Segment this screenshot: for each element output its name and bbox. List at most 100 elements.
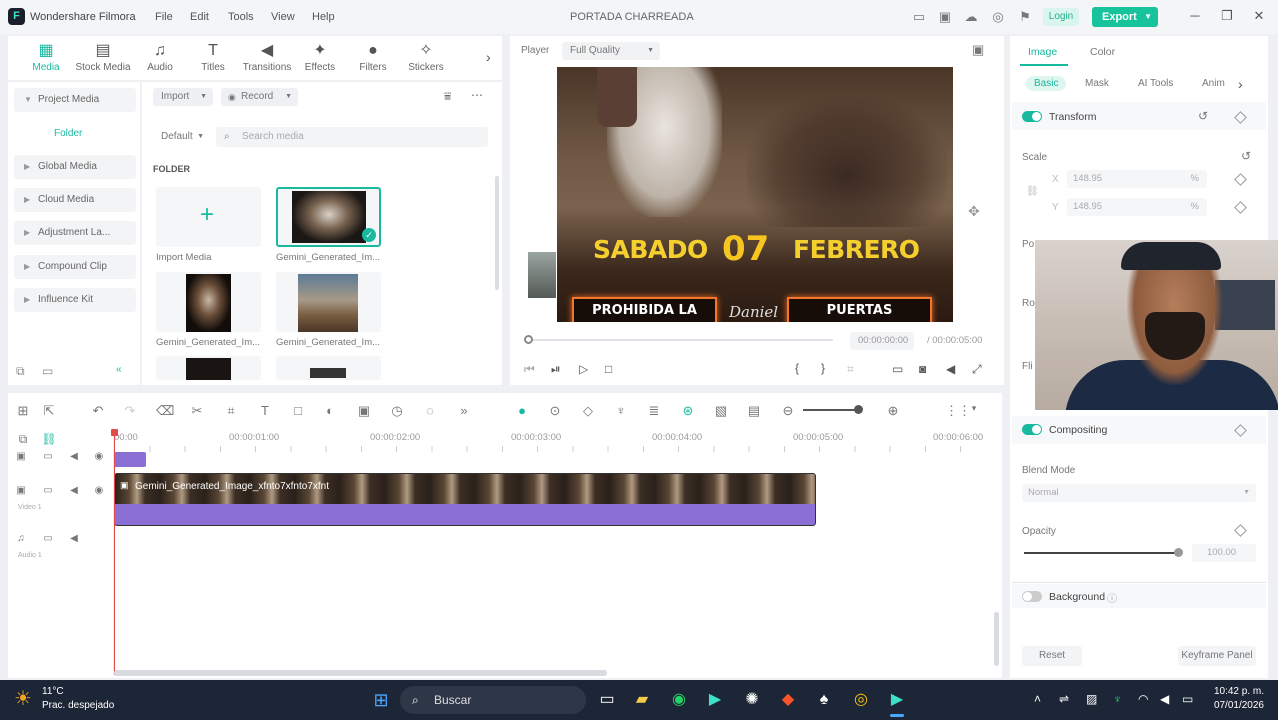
resize-icon[interactable]: □ — [290, 403, 306, 418]
monitor-icon[interactable]: ▭ — [911, 9, 927, 25]
task-view-icon[interactable]: ▭ — [594, 688, 620, 712]
add-track-icon[interactable]: ⧉ — [15, 432, 31, 447]
redo-icon[interactable]: ↷ — [122, 403, 138, 419]
menu-help[interactable]: Help — [312, 11, 335, 23]
color-icon[interactable]: ◐ — [322, 403, 338, 418]
folder-icon[interactable]: ▭ — [40, 485, 56, 496]
list-icon[interactable]: ≣ — [646, 403, 662, 419]
new-folder-icon[interactable]: ⧉ — [16, 364, 25, 379]
marker-icon[interactable]: ⌗ — [847, 362, 854, 377]
media-thumb-selected[interactable]: ✓ — [276, 187, 381, 247]
progress-track[interactable] — [528, 339, 833, 341]
taskbar-clock[interactable]: 10:42 p. m. 07/01/2026 — [1208, 686, 1264, 711]
tray-chevron-icon[interactable]: ˄ — [1034, 692, 1041, 706]
eye-icon[interactable]: ◉ — [91, 485, 107, 496]
timeline-scrollbar[interactable] — [114, 670, 607, 676]
blend-mode-dropdown[interactable]: Normal ▼ — [1022, 484, 1256, 502]
link-icon[interactable]: ⛓ — [1026, 186, 1039, 197]
speaker-icon[interactable]: ◀ — [1160, 692, 1169, 706]
nav-cloud-media[interactable]: ▶ Cloud Media — [14, 188, 136, 212]
cut-icon[interactable]: ✂ — [189, 403, 205, 419]
nav-adjustment-layer[interactable]: ▶ Adjustment La... — [14, 221, 136, 245]
minimize-icon[interactable]: ─ — [1186, 8, 1204, 23]
export-button[interactable]: Export ▼ — [1092, 7, 1158, 27]
chevron-down-icon[interactable]: ▾ — [966, 403, 982, 414]
menu-file[interactable]: File — [155, 11, 173, 23]
video-clip[interactable]: ▣ Gemini_Generated_Image_xfnto7xfnto7xfn… — [114, 473, 816, 526]
media-thumb[interactable] — [156, 272, 261, 332]
brave-icon[interactable]: ◆ — [775, 688, 801, 712]
nav-global-media[interactable]: ▶ Global Media — [14, 155, 136, 179]
filmora-taskbar-icon[interactable]: ▶ — [702, 688, 728, 712]
windows-start-icon[interactable]: ⊞ — [368, 688, 394, 712]
chevron-right-icon[interactable]: › — [486, 49, 491, 65]
scale-reset-icon[interactable]: ↺ — [1241, 149, 1251, 163]
tool-filters[interactable]: ● Filters — [343, 40, 403, 73]
prev-frame-icon[interactable]: ⏮ — [524, 362, 535, 377]
mute-icon[interactable]: ◀ — [66, 451, 82, 462]
tool-stock-media[interactable]: ▤ Stock Media — [73, 40, 133, 73]
menu-view[interactable]: View — [271, 11, 295, 23]
volume-icon[interactable]: ◀ — [946, 362, 955, 376]
crop-icon[interactable]: ⌗ — [223, 403, 239, 419]
gift-icon[interactable]: ⚑ — [1017, 9, 1033, 25]
mute-icon[interactable]: ◀ — [66, 485, 82, 496]
menu-tools[interactable]: Tools — [228, 11, 254, 23]
mic-icon[interactable]: ♆ — [613, 403, 629, 418]
tray-app2-icon[interactable]: ▨ — [1086, 692, 1097, 706]
search-media-input[interactable]: ⌕ Search media — [216, 127, 488, 147]
subtab-basic[interactable]: Basic — [1026, 76, 1067, 91]
record-dropdown[interactable]: ◉ Record ▼ — [221, 88, 298, 106]
help-icon[interactable]: ⓘ — [1107, 590, 1117, 605]
zoom-out-icon[interactable]: ⊖ — [780, 403, 796, 419]
menu-edit[interactable]: Edit — [190, 11, 209, 23]
folder-icon[interactable]: ▭ — [40, 451, 56, 462]
play-icon[interactable]: ▷ — [579, 362, 588, 376]
quality-dropdown[interactable]: Full Quality ▼ — [562, 42, 660, 60]
speed-icon[interactable]: ◷ — [389, 403, 405, 419]
display-icon[interactable]: ▭ — [892, 362, 903, 376]
opacity-slider-track[interactable] — [1024, 552, 1178, 554]
delete-icon[interactable]: ⌫ — [156, 403, 174, 419]
reset-button[interactable]: Reset — [1022, 646, 1082, 666]
tool-audio[interactable]: ♫ Audio — [130, 40, 190, 73]
keyframe-panel-button[interactable]: Keyframe Panel — [1178, 646, 1256, 666]
preview-icon[interactable]: ⊙ — [547, 403, 563, 419]
weather-widget[interactable]: 11°C Prac. despejado — [42, 686, 114, 711]
zoom-in-icon[interactable]: ⊕ — [885, 403, 901, 419]
zoom-slider-knob[interactable] — [854, 405, 863, 414]
nav-compound-clip[interactable]: ▶ Compound Clip — [14, 255, 136, 279]
folder-icon[interactable]: ▭ — [42, 364, 53, 378]
timeline-vscrollbar[interactable] — [994, 612, 999, 666]
camera-icon[interactable]: ◙ — [919, 362, 926, 376]
subtab-animation[interactable]: Anim — [1202, 78, 1225, 89]
stop-icon[interactable]: □ — [605, 362, 612, 376]
compositing-toggle[interactable] — [1022, 424, 1042, 435]
scale-y-input[interactable]: 148.95% — [1067, 198, 1207, 216]
playhead-handle[interactable] — [111, 429, 118, 436]
tab-color[interactable]: Color — [1090, 46, 1115, 58]
text-icon[interactable]: T — [257, 403, 273, 418]
chrome-icon[interactable]: ◎ — [848, 688, 874, 712]
import-dropdown[interactable]: Import ▼ — [153, 88, 213, 106]
import-media-tile[interactable]: + — [156, 187, 261, 247]
move-handle-icon[interactable]: ✥ — [968, 203, 980, 220]
tool-effects[interactable]: ✦ Effects — [290, 40, 350, 73]
ai-icon[interactable]: ▣ — [356, 403, 372, 419]
pip-icon[interactable]: ▧ — [713, 403, 729, 419]
zoom-slider-track[interactable] — [803, 409, 859, 411]
close-icon[interactable]: ✕ — [1250, 8, 1268, 24]
grid-icon[interactable]: ⋮⋮ — [945, 403, 971, 419]
tray-mic-icon[interactable]: ♆ — [1113, 692, 1122, 706]
folder-icon[interactable]: ▭ — [40, 533, 56, 544]
opacity-slider-knob[interactable] — [1174, 548, 1183, 557]
chevron-right-icon[interactable]: › — [1238, 76, 1243, 92]
media-thumb[interactable] — [156, 356, 261, 380]
taskbar-search[interactable]: ⌕ Buscar — [400, 686, 586, 714]
battery-icon[interactable]: ▭ — [1182, 692, 1193, 706]
more-tools-icon[interactable]: » — [456, 403, 472, 418]
title-clip[interactable] — [114, 452, 146, 467]
replace-icon[interactable]: ▤ — [746, 403, 762, 419]
background-toggle[interactable] — [1022, 591, 1042, 602]
render-icon[interactable]: ● — [514, 403, 530, 418]
